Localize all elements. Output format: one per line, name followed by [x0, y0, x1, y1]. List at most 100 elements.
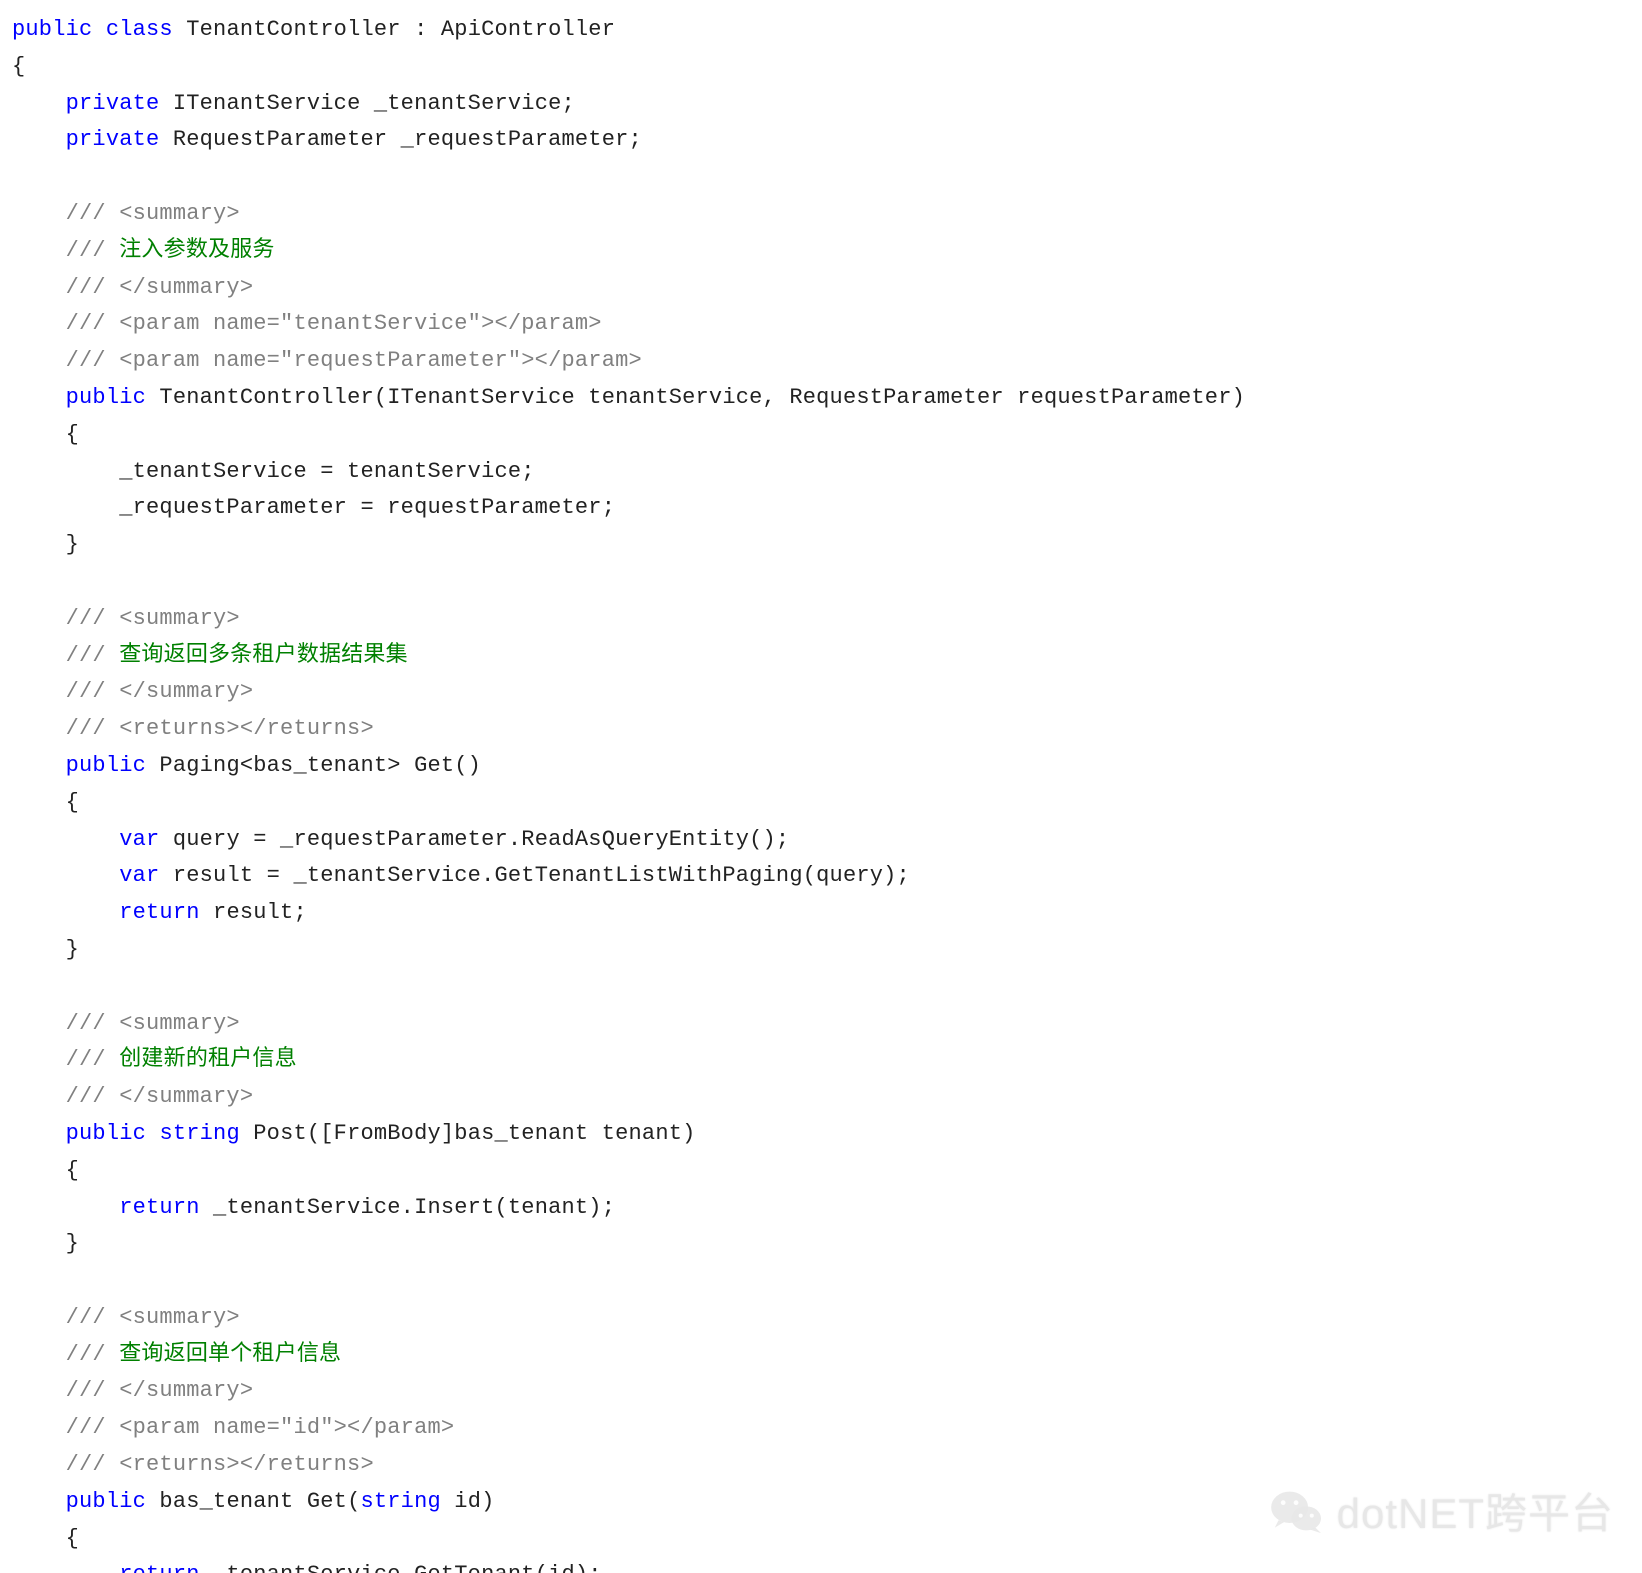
code-line: /// </summary> [12, 270, 1642, 307]
token [12, 1047, 66, 1072]
token: TenantController : ApiController [173, 17, 615, 42]
token [12, 1305, 66, 1330]
token [12, 900, 119, 925]
token [12, 606, 66, 631]
code-line: /// 查询返回单个租户信息 [12, 1337, 1642, 1374]
code-line: { [12, 785, 1642, 822]
code-line: } [12, 932, 1642, 969]
token: _requestParameter = requestParameter; [12, 495, 615, 520]
token-cmt: /// </summary> [66, 275, 254, 300]
token-cmt: /// <param name="tenantService"></param> [66, 311, 602, 336]
token: query = _requestParameter.ReadAsQueryEnt… [159, 827, 789, 852]
token [12, 1084, 66, 1109]
token-kw: public [66, 753, 146, 778]
token: result = _tenantService.GetTenantListWit… [159, 863, 910, 888]
token: Post([FromBody]bas_tenant tenant) [240, 1121, 696, 1146]
token [92, 17, 105, 42]
token [12, 311, 66, 336]
token-cmt: /// <summary> [66, 1305, 240, 1330]
token-kw: public [66, 1489, 146, 1514]
token-cmt: /// </summary> [66, 1084, 254, 1109]
code-line: /// 查询返回多条租户数据结果集 [12, 638, 1642, 675]
token-cmt: /// <summary> [66, 1011, 240, 1036]
token-cmt: /// </summary> [66, 1378, 254, 1403]
token: } [12, 1231, 79, 1256]
token [12, 1121, 66, 1146]
token [12, 91, 66, 116]
token-kw: private [66, 91, 160, 116]
token-kw: class [106, 17, 173, 42]
token [12, 1195, 119, 1220]
token: _tenantService.GetTenant(id); [200, 1562, 602, 1573]
code-line: private ITenantService _tenantService; [12, 86, 1642, 123]
code-line: public class TenantController : ApiContr… [12, 12, 1642, 49]
token [12, 1011, 66, 1036]
token-cmt: /// [66, 643, 120, 668]
code-line: } [12, 1226, 1642, 1263]
code-line: /// </summary> [12, 674, 1642, 711]
token: Paging<bas_tenant> Get() [146, 753, 481, 778]
code-line: return _tenantService.GetTenant(id); [12, 1557, 1642, 1573]
token [12, 385, 66, 410]
token-cmt: /// [66, 238, 120, 263]
code-line: _requestParameter = requestParameter; [12, 490, 1642, 527]
token [12, 643, 66, 668]
token [12, 827, 119, 852]
token [12, 1489, 66, 1514]
token [12, 753, 66, 778]
code-line: _tenantService = tenantService; [12, 454, 1642, 491]
token-cmt-green: 注入参数及服务 [119, 238, 274, 263]
code-line: { [12, 49, 1642, 86]
code-line: } [12, 527, 1642, 564]
token [12, 127, 66, 152]
token: bas_tenant Get( [146, 1489, 360, 1514]
token [12, 238, 66, 263]
token-kw: public [66, 385, 146, 410]
token-kw: string [159, 1121, 239, 1146]
token-kw: return [119, 900, 199, 925]
code-line: return _tenantService.Insert(tenant); [12, 1190, 1642, 1227]
token-cmt: /// <returns></returns> [66, 1452, 374, 1477]
token: RequestParameter _requestParameter; [159, 127, 641, 152]
token: { [12, 1158, 79, 1183]
token [12, 863, 119, 888]
token: ITenantService _tenantService; [159, 91, 574, 116]
code-line: /// <summary> [12, 1006, 1642, 1043]
code-line: private RequestParameter _requestParamet… [12, 122, 1642, 159]
token: id) [441, 1489, 495, 1514]
code-line: { [12, 417, 1642, 454]
token-cmt: /// <param name="requestParameter"></par… [66, 348, 642, 373]
token-kw: private [66, 127, 160, 152]
token-cmt-green: 查询返回多条租户数据结果集 [119, 643, 408, 668]
token-kw: public [12, 17, 92, 42]
code-line: /// <param name="requestParameter"></par… [12, 343, 1642, 380]
token: } [12, 937, 79, 962]
code-line: return result; [12, 895, 1642, 932]
code-line: public bas_tenant Get(string id) [12, 1484, 1642, 1521]
token [12, 716, 66, 741]
token: { [12, 1526, 79, 1551]
token-cmt: /// [66, 1342, 120, 1367]
code-line: { [12, 1521, 1642, 1558]
code-line: public TenantController(ITenantService t… [12, 380, 1642, 417]
token-cmt: /// </summary> [66, 679, 254, 704]
code-line: /// <returns></returns> [12, 1447, 1642, 1484]
token-kw: var [119, 863, 159, 888]
token [12, 1415, 66, 1440]
token-cmt: /// <summary> [66, 201, 240, 226]
code-line [12, 159, 1642, 196]
code-line: /// 注入参数及服务 [12, 233, 1642, 270]
code-line: var query = _requestParameter.ReadAsQuer… [12, 822, 1642, 859]
token-kw: return [119, 1195, 199, 1220]
code-line [12, 969, 1642, 1006]
code-line [12, 564, 1642, 601]
token-cmt: /// <summary> [66, 606, 240, 631]
token: _tenantService.Insert(tenant); [200, 1195, 615, 1220]
token: } [12, 532, 79, 557]
token: { [12, 54, 25, 79]
token [12, 1452, 66, 1477]
code-line: { [12, 1153, 1642, 1190]
code-line: /// <summary> [12, 1300, 1642, 1337]
token [12, 679, 66, 704]
code-line: public Paging<bas_tenant> Get() [12, 748, 1642, 785]
